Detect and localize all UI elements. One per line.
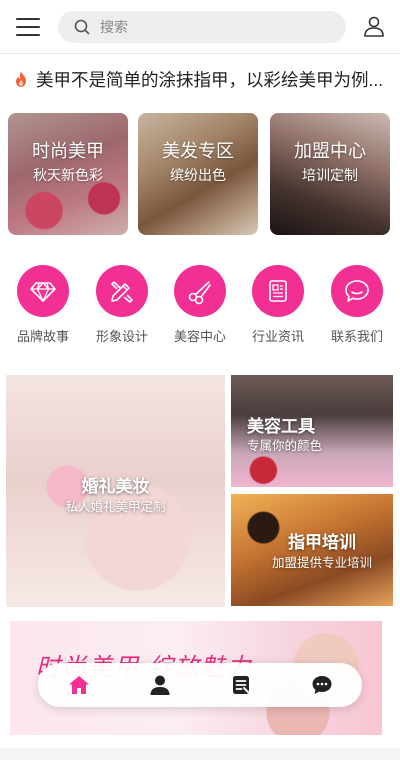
nav-label: 美容中心 bbox=[173, 329, 226, 344]
feature-title: 美容工具 bbox=[247, 417, 315, 436]
feature-subtitle: 加盟提供专业培训 bbox=[271, 556, 372, 570]
nav-label: 联系我们 bbox=[330, 329, 383, 344]
card-subtitle: 秋天新色彩 bbox=[33, 167, 103, 183]
card-title: 美发专区 bbox=[162, 141, 234, 161]
person-icon bbox=[150, 675, 169, 695]
nav-beauty-center[interactable]: 美容中心 bbox=[161, 265, 239, 345]
tab-home[interactable] bbox=[38, 663, 119, 707]
card-fashion-nails[interactable]: 时尚美甲 秋天新色彩 bbox=[8, 113, 128, 235]
search-bar[interactable] bbox=[58, 11, 346, 43]
card-franchise-center[interactable]: 加盟中心 培训定制 bbox=[270, 113, 390, 235]
feature-beauty-tools[interactable]: 美容工具 专属你的颜色 bbox=[231, 375, 393, 487]
nav-label: 品牌故事 bbox=[16, 329, 69, 344]
hamburger-menu-icon[interactable] bbox=[16, 16, 40, 38]
feature-subtitle: 私人婚礼美甲定制 bbox=[65, 500, 166, 514]
fire-icon bbox=[16, 71, 26, 87]
nav-contact-us[interactable]: 联系我们 bbox=[318, 265, 396, 345]
bottom-tab-bar bbox=[38, 663, 362, 707]
banner-cards: 时尚美甲 秋天新色彩 美发专区 缤纷出色 加盟中心 培训定制 bbox=[8, 113, 392, 235]
feature-title: 婚礼美妆 bbox=[81, 477, 150, 496]
feature-subtitle: 专属你的颜色 bbox=[247, 439, 323, 453]
nav-industry-news[interactable]: 行业资讯 bbox=[239, 265, 317, 345]
home-icon bbox=[68, 676, 89, 694]
notice-text: 美甲不是简单的涂抹指甲，以彩绘美甲为例... bbox=[36, 69, 384, 90]
card-subtitle: 培训定制 bbox=[302, 167, 358, 183]
pencil-ruler-icon bbox=[111, 281, 133, 303]
tab-articles[interactable] bbox=[200, 663, 281, 707]
search-input[interactable] bbox=[100, 19, 300, 35]
card-title: 加盟中心 bbox=[294, 141, 366, 161]
nav-icon-circle bbox=[331, 265, 383, 317]
card-title: 时尚美甲 bbox=[32, 141, 104, 161]
news-icon bbox=[269, 280, 287, 302]
tab-messages[interactable] bbox=[281, 663, 362, 707]
user-icon[interactable] bbox=[362, 14, 386, 38]
message-icon bbox=[312, 676, 331, 694]
top-header bbox=[0, 0, 400, 54]
tab-profile[interactable] bbox=[119, 663, 200, 707]
menu-line bbox=[16, 18, 40, 20]
nav-icon-circle bbox=[17, 265, 69, 317]
search-icon bbox=[74, 19, 90, 35]
nav-brand-story[interactable]: 品牌故事 bbox=[4, 265, 82, 345]
card-hair-zone[interactable]: 美发专区 缤纷出色 bbox=[138, 113, 258, 235]
nav-image-design[interactable]: 形象设计 bbox=[83, 265, 161, 345]
diamond-icon bbox=[30, 282, 56, 302]
nav-icon-circle bbox=[174, 265, 226, 317]
document-icon bbox=[232, 676, 249, 694]
scissors-icon bbox=[188, 281, 211, 305]
nav-icon-circle bbox=[252, 265, 304, 317]
menu-line bbox=[16, 26, 40, 28]
menu-line bbox=[16, 34, 40, 36]
nav-label: 形象设计 bbox=[95, 329, 148, 344]
feature-wedding-makeup[interactable]: 婚礼美妆 私人婚礼美甲定制 bbox=[6, 375, 225, 607]
feature-title: 指甲培训 bbox=[288, 533, 356, 552]
feature-nail-training[interactable]: 指甲培训 加盟提供专业培训 bbox=[231, 494, 393, 606]
nav-icon-circle bbox=[96, 265, 148, 317]
category-nav: 品牌故事 形象设计 美容中心 行业资讯 联系我们 bbox=[0, 265, 400, 345]
nav-label: 行业资讯 bbox=[251, 329, 304, 344]
chat-icon bbox=[345, 280, 369, 302]
card-subtitle: 缤纷出色 bbox=[170, 167, 226, 183]
news-ticker[interactable]: 美甲不是简单的涂抹指甲，以彩绘美甲为例... bbox=[14, 62, 386, 96]
page-footer-strip bbox=[0, 748, 400, 760]
